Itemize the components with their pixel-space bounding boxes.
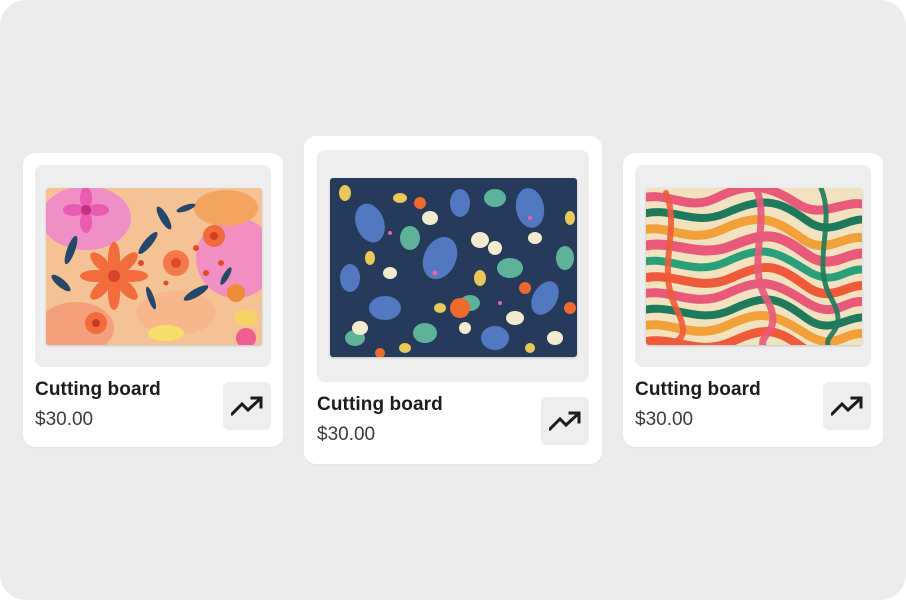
product-image-frame	[317, 150, 589, 382]
trending-button[interactable]	[541, 397, 589, 445]
trending-button[interactable]	[223, 382, 271, 430]
product-card[interactable]: Cutting board $30.00	[623, 153, 883, 447]
trending-up-icon	[231, 396, 263, 416]
product-image-frame	[635, 165, 871, 367]
product-title: Cutting board	[35, 379, 161, 400]
trending-button[interactable]	[823, 382, 871, 430]
product-title: Cutting board	[635, 379, 761, 400]
product-price: $30.00	[35, 409, 94, 430]
product-image-frame	[35, 165, 271, 367]
product-price: $30.00	[635, 409, 694, 430]
product-card[interactable]: Cutting board $30.00	[23, 153, 283, 447]
product-image-floral-peach	[46, 188, 262, 345]
product-image-wavy-stripes	[646, 188, 862, 345]
product-title: Cutting board	[317, 394, 443, 415]
product-card[interactable]: Cutting board $30.00	[304, 136, 602, 464]
trending-up-icon	[549, 411, 581, 431]
trending-up-icon	[831, 396, 863, 416]
product-showcase: Cutting board $30.00 Cutting board $30.0…	[0, 0, 906, 600]
product-price: $30.00	[317, 424, 376, 445]
product-image-floral-navy	[330, 178, 577, 357]
